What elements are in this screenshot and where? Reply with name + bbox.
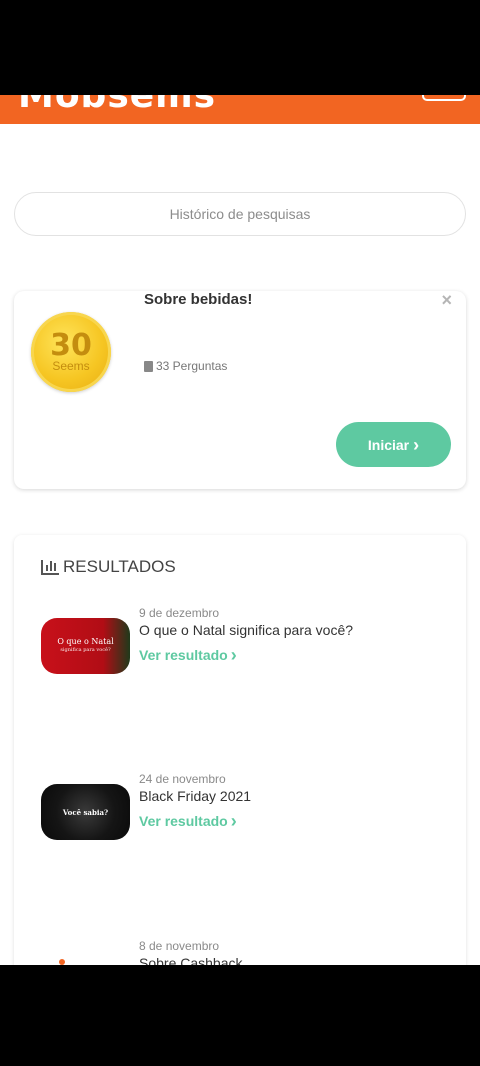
app-header: Mobsems — [0, 95, 480, 124]
book-icon — [144, 360, 153, 372]
results-title: RESULTADOS — [63, 557, 176, 576]
app-logo[interactable]: Mobsems — [18, 95, 216, 116]
result-date: 9 de dezembro — [139, 606, 220, 620]
result-title: Black Friday 2021 — [139, 788, 252, 804]
survey-title: Sobre bebidas! — [144, 291, 253, 308]
result-date: 8 de novembro — [139, 939, 220, 953]
result-item: O que o Natal significa para você? 9 de … — [41, 606, 461, 681]
search-history-button[interactable]: Histórico de pesquisas — [14, 192, 466, 236]
start-button[interactable]: Iniciar › — [336, 422, 451, 467]
chevron-right-icon: › — [230, 811, 237, 831]
result-date: 24 de novembro — [139, 772, 226, 786]
view-result-label: Ver resultado — [139, 813, 228, 829]
thumbnail-caption: O que o Natal — [57, 637, 114, 646]
coin-unit: Seems — [52, 359, 90, 373]
results-header: RESULTADOS — [41, 557, 176, 577]
chevron-right-icon: › — [413, 434, 420, 455]
menu-button[interactable] — [422, 95, 466, 101]
chevron-right-icon: › — [230, 645, 237, 665]
bar-chart-icon — [41, 559, 59, 575]
result-item: 8 de novembro Sobre Cashback — [41, 939, 461, 965]
view-result-link[interactable]: Ver resultado › — [139, 645, 237, 665]
app-screen: Mobsems Histórico de pesquisas 30 Seems … — [0, 95, 480, 965]
result-thumbnail[interactable]: O que o Natal significa para você? — [41, 618, 130, 674]
view-result-label: Ver resultado — [139, 647, 228, 663]
result-thumbnail[interactable] — [59, 959, 65, 965]
result-title: Sobre Cashback — [139, 955, 243, 965]
result-title: O que o Natal significa para você? — [139, 622, 354, 638]
start-button-label: Iniciar — [367, 436, 410, 453]
coin-badge: 30 Seems — [31, 312, 111, 392]
question-count: 33 Perguntas — [144, 359, 227, 373]
view-result-link[interactable]: Ver resultado › — [139, 811, 237, 831]
result-item: Você sabia? 24 de novembro Black Friday … — [41, 772, 461, 847]
thumbnail-caption: Você sabia? — [62, 807, 109, 817]
close-icon[interactable]: × — [441, 291, 452, 309]
thumbnail-subcaption: significa para você? — [60, 647, 111, 653]
coin-value: 30 — [50, 328, 92, 363]
result-thumbnail[interactable]: Você sabia? — [41, 784, 130, 840]
question-count-label: 33 Perguntas — [156, 359, 228, 373]
results-section: RESULTADOS O que o Natal significa para … — [14, 535, 466, 965]
survey-card: 30 Seems Sobre bebidas! × 33 Perguntas I… — [14, 291, 466, 489]
search-history-label: Histórico de pesquisas — [169, 206, 311, 222]
